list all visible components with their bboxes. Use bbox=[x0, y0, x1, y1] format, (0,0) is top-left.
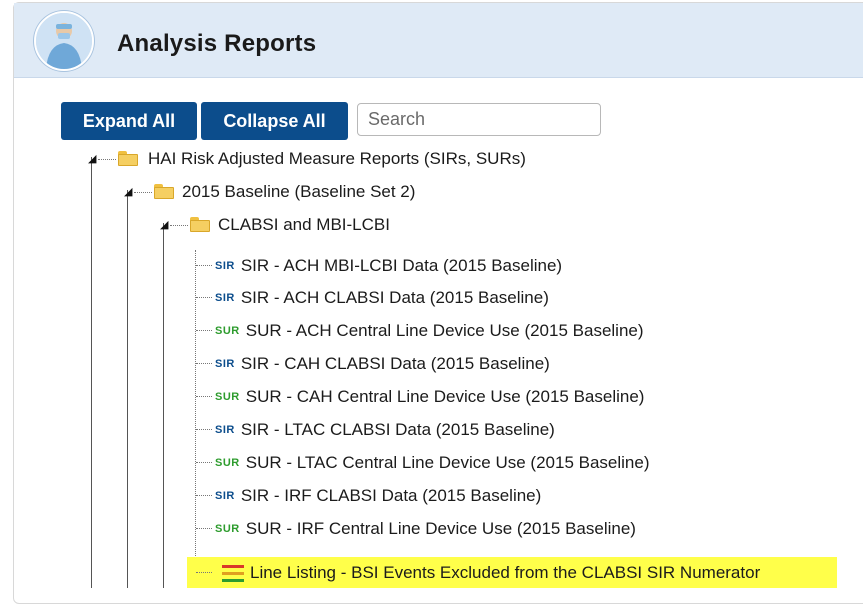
report-item-label: SIR - IRF CLABSI Data (2015 Baseline) bbox=[240, 486, 542, 505]
tree-node-label: 2015 Baseline (Baseline Set 2) bbox=[182, 182, 416, 201]
collapse-toggle-icon[interactable]: ◢ bbox=[160, 220, 168, 231]
tree-guide-line bbox=[91, 157, 92, 588]
clinician-avatar-icon bbox=[34, 11, 94, 71]
folder-icon bbox=[190, 217, 210, 232]
sir-badge-icon: SIR bbox=[215, 292, 235, 304]
tree-node-label: CLABSI and MBI-LCBI bbox=[218, 215, 390, 234]
tree-node-label: HAI Risk Adjusted Measure Reports (SIRs,… bbox=[148, 149, 526, 168]
report-item-label: SIR - ACH CLABSI Data (2015 Baseline) bbox=[240, 288, 549, 307]
report-item-label: SUR - ACH Central Line Device Use (2015 … bbox=[245, 321, 644, 340]
line-listing-icon bbox=[222, 564, 244, 582]
report-item-label: Line Listing - BSI Events Excluded from … bbox=[250, 563, 761, 582]
report-item-label: SIR - LTAC CLABSI Data (2015 Baseline) bbox=[240, 420, 555, 439]
sir-badge-icon: SIR bbox=[215, 424, 235, 436]
collapse-toggle-icon[interactable]: ◢ bbox=[124, 187, 132, 198]
report-item-label: SUR - CAH Central Line Device Use (2015 … bbox=[245, 387, 645, 406]
sur-badge-icon: SUR bbox=[215, 325, 240, 337]
page-header: Analysis Reports bbox=[14, 3, 863, 78]
sur-badge-icon: SUR bbox=[215, 391, 240, 403]
tree-guide-line bbox=[127, 190, 128, 588]
page-title: Analysis Reports bbox=[117, 30, 317, 57]
report-item-label: SUR - IRF Central Line Device Use (2015 … bbox=[245, 519, 636, 538]
collapse-all-button[interactable]: Collapse All bbox=[201, 102, 348, 140]
search-input[interactable] bbox=[357, 103, 601, 136]
folder-icon bbox=[154, 184, 174, 199]
sir-badge-icon: SIR bbox=[215, 260, 235, 272]
report-item-label: SIR - ACH MBI-LCBI Data (2015 Baseline) bbox=[240, 256, 563, 275]
sir-badge-icon: SIR bbox=[215, 490, 235, 502]
tree-guide-line bbox=[163, 223, 164, 588]
expand-all-button[interactable]: Expand All bbox=[61, 102, 197, 140]
sur-badge-icon: SUR bbox=[215, 457, 240, 469]
sur-badge-icon: SUR bbox=[215, 523, 240, 535]
collapse-toggle-icon[interactable]: ◢ bbox=[88, 154, 96, 165]
report-item-label: SUR - LTAC Central Line Device Use (2015… bbox=[245, 453, 650, 472]
sir-badge-icon: SIR bbox=[215, 358, 235, 370]
report-item-label: SIR - CAH CLABSI Data (2015 Baseline) bbox=[240, 354, 550, 373]
tree-guide-line bbox=[195, 250, 196, 572]
folder-icon bbox=[118, 151, 138, 166]
